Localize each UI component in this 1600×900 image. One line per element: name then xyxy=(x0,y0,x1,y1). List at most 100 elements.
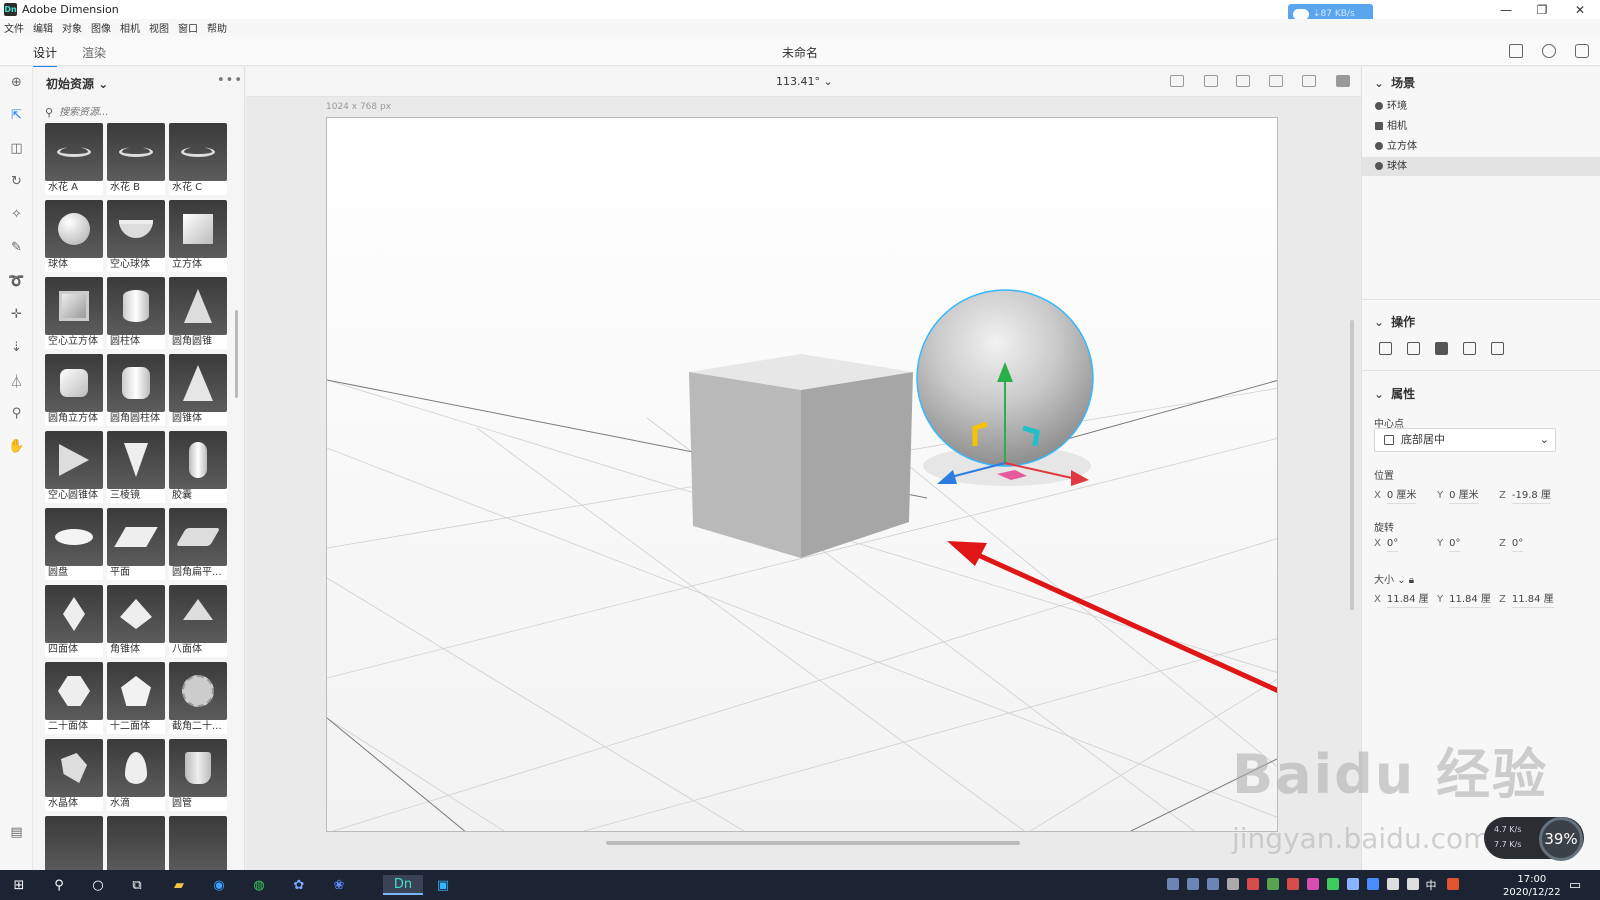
asset-item[interactable] xyxy=(45,816,103,870)
size-x-field[interactable]: X 11.84 厘 xyxy=(1374,590,1429,608)
asset-item[interactable]: 空心圆锥体 xyxy=(45,431,103,503)
camera-fov-dropdown[interactable]: 113.41° ⌄ xyxy=(776,75,833,88)
asset-item[interactable]: 四面体 xyxy=(45,585,103,657)
zoom-tool-icon[interactable]: ⚲ xyxy=(8,405,25,422)
library-icon[interactable]: ▤ xyxy=(8,824,25,841)
tray-shield-icon[interactable] xyxy=(1367,878,1379,890)
3d-viewport[interactable] xyxy=(326,117,1278,832)
asset-item[interactable]: 圆锥体 xyxy=(169,354,227,426)
asset-item[interactable]: 十二面体 xyxy=(107,662,165,734)
size-z-field[interactable]: Z 11.84 厘 xyxy=(1499,590,1554,608)
more-options-icon[interactable]: ••• xyxy=(217,73,243,88)
tray-network-icon[interactable] xyxy=(1387,878,1399,890)
asset-item[interactable]: 球体 xyxy=(45,200,103,272)
canvas-v-scrollbar[interactable] xyxy=(1350,320,1354,610)
tray-antivirus-icon[interactable] xyxy=(1247,878,1259,890)
sample-tool-icon[interactable]: ✎ xyxy=(8,239,25,256)
dolly-tool-icon[interactable]: ⇣ xyxy=(8,339,25,356)
align-ground-icon[interactable] xyxy=(1204,75,1218,87)
canvas-h-scrollbar[interactable] xyxy=(606,841,1020,845)
snap-icon[interactable] xyxy=(1302,75,1316,87)
menu-object[interactable]: 对象 xyxy=(62,20,82,35)
asset-item[interactable]: 空心球体 xyxy=(107,200,165,272)
add-icon[interactable]: ⊕ xyxy=(8,74,25,91)
fit-view-icon[interactable] xyxy=(1170,75,1184,87)
operations-section-title[interactable]: 操作 xyxy=(1374,313,1415,330)
asset-item[interactable]: 胶囊 xyxy=(169,431,227,503)
delete-icon[interactable] xyxy=(1379,342,1392,355)
scene-section-title[interactable]: 场景 xyxy=(1374,74,1415,91)
rotation-z-field[interactable]: Z 0° xyxy=(1499,538,1524,552)
tray-mic-icon[interactable] xyxy=(1227,878,1239,890)
tray-volume-icon[interactable] xyxy=(1407,878,1419,890)
position-z-field[interactable]: Z -19.8 厘 xyxy=(1499,486,1551,504)
center-point-dropdown[interactable]: 底部居中 ⌄ xyxy=(1374,428,1556,452)
baidu-netdisk-icon[interactable]: ✿ xyxy=(288,875,310,895)
select-tool-icon[interactable]: ⇱ xyxy=(8,107,25,124)
position-y-field[interactable]: Y0 厘米 xyxy=(1437,486,1479,504)
menu-file[interactable]: 文件 xyxy=(4,20,24,35)
asset-item[interactable]: 平面 xyxy=(107,508,165,580)
task-view-icon[interactable]: ⧉ xyxy=(126,875,148,895)
horizon-tool-icon[interactable]: ⏃ xyxy=(8,372,25,390)
asset-item[interactable]: 八面体 xyxy=(169,585,227,657)
tray-wechat-icon[interactable] xyxy=(1327,878,1339,890)
feedback-icon[interactable] xyxy=(1575,44,1589,58)
dimension-taskbar-icon[interactable]: Dn xyxy=(383,875,423,895)
menu-view[interactable]: 视图 xyxy=(149,20,169,35)
render-preview-icon[interactable] xyxy=(1336,75,1350,87)
app-taskbar-icon[interactable]: ▣ xyxy=(432,875,454,895)
tray-app3-icon[interactable] xyxy=(1307,878,1319,890)
wechat-icon[interactable]: ◍ xyxy=(248,875,270,895)
assets-scrollbar[interactable] xyxy=(235,310,238,398)
asset-item[interactable]: 圆柱体 xyxy=(107,277,165,349)
menu-edit[interactable]: 编辑 xyxy=(33,20,53,35)
asset-item[interactable] xyxy=(169,816,227,870)
asset-item[interactable]: 圆角圆柱体 xyxy=(107,354,165,426)
hand-tool-icon[interactable]: ✋ xyxy=(8,438,25,455)
flip-icon[interactable] xyxy=(1269,75,1283,87)
help-icon[interactable] xyxy=(1542,44,1556,58)
lasso-tool-icon[interactable]: ➰ xyxy=(8,273,25,290)
asset-search-input[interactable] xyxy=(59,106,220,118)
asset-item[interactable] xyxy=(107,816,165,870)
scene-item-cube[interactable]: 立方体 xyxy=(1362,137,1600,156)
search-icon[interactable]: ⚲ xyxy=(48,875,70,895)
asset-item[interactable]: 空心立方体 xyxy=(45,277,103,349)
asset-item[interactable]: 圆盘 xyxy=(45,508,103,580)
tray-app4-icon[interactable] xyxy=(1347,878,1359,890)
asset-item[interactable]: 截角二十... xyxy=(169,662,227,734)
tray-sogou-icon[interactable] xyxy=(1447,878,1459,890)
notification-icon[interactable]: ▭ xyxy=(1564,875,1586,895)
asset-item[interactable]: 圆角立方体 xyxy=(45,354,103,426)
minimize-button[interactable]: — xyxy=(1488,0,1524,19)
asset-item[interactable]: 三棱镜 xyxy=(107,431,165,503)
windows-start-icon[interactable]: ⊞ xyxy=(8,875,30,895)
asset-item[interactable]: 水花 C xyxy=(169,123,227,195)
scene-item-environment[interactable]: 环境 xyxy=(1362,97,1600,116)
orbit-tool-icon[interactable]: ↻ xyxy=(8,173,25,190)
baidu-icon[interactable]: ❀ xyxy=(328,875,350,895)
close-button[interactable]: ✕ xyxy=(1562,0,1598,19)
frame-tool-icon[interactable]: ◫ xyxy=(8,140,25,157)
asset-item[interactable]: 角锥体 xyxy=(107,585,165,657)
menu-window[interactable]: 窗口 xyxy=(178,20,198,35)
size-y-field[interactable]: Y 11.84 厘 xyxy=(1437,590,1491,608)
system-clock[interactable]: 17:00 2020/12/22 xyxy=(1503,873,1561,899)
duplicate-icon[interactable] xyxy=(1407,342,1420,355)
drop-to-ground-icon[interactable] xyxy=(1463,342,1476,355)
cortana-icon[interactable]: ○ xyxy=(87,875,109,895)
properties-section-title[interactable]: 属性 xyxy=(1374,385,1415,402)
lock-icon[interactable]: 🔒︎ xyxy=(1409,575,1414,586)
asset-item[interactable]: 二十面体 xyxy=(45,662,103,734)
rotate-icon[interactable] xyxy=(1236,75,1250,87)
asset-item[interactable]: 水花 A xyxy=(45,123,103,195)
tray-app-icon[interactable] xyxy=(1187,878,1199,890)
menu-image[interactable]: 图像 xyxy=(91,20,111,35)
browser-icon[interactable]: ◉ xyxy=(208,875,230,895)
asset-item[interactable]: 水花 B xyxy=(107,123,165,195)
menu-help[interactable]: 帮助 xyxy=(207,20,227,35)
tray-cloud-icon[interactable] xyxy=(1207,878,1219,890)
menu-camera[interactable]: 相机 xyxy=(120,20,140,35)
position-x-field[interactable]: X0 厘米 xyxy=(1374,486,1417,504)
